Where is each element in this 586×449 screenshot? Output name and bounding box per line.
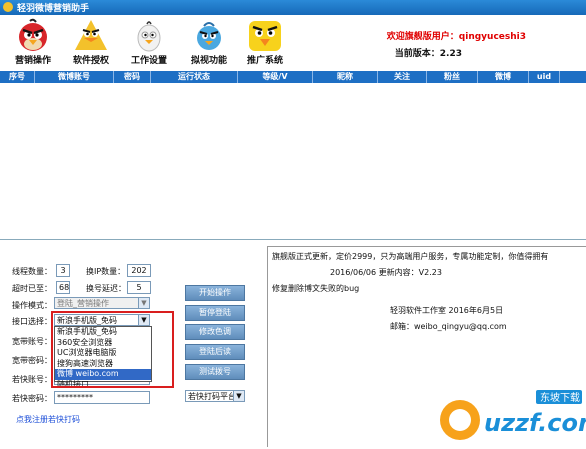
announcement-line: 2016/06/06 更新内容：V2.23	[330, 268, 442, 277]
white-angry-bird-icon	[137, 21, 161, 52]
uzzf-logo-icon: uzzf.com 东坡下载	[440, 390, 586, 440]
port-label: 接口选择：	[12, 317, 52, 326]
toolbar: 营销操作 软件授权 工作设置 拟视功能 推广系统 欢迎旗舰版用户：qingyuc…	[0, 15, 586, 71]
column-header[interactable]: 密码	[114, 71, 151, 83]
chevron-down-icon[interactable]: ▼	[233, 391, 244, 401]
account-grid[interactable]: 序号 微博账号 密码 运行状态 等级/V 昵称 关注 粉丝 微博 uid	[0, 71, 586, 240]
broadband-account-label: 宽带账号：	[12, 337, 52, 346]
svg-text:东坡下载: 东坡下载	[540, 391, 580, 404]
test-dial-button[interactable]: 测试拨号	[185, 364, 245, 380]
pause-login-button[interactable]: 暂停登陆	[185, 305, 245, 321]
toolbar-label: 营销操作	[14, 56, 51, 66]
title-bar: 轻羽微博营销助手	[0, 0, 586, 15]
captcha-platform-select[interactable]: 若快打码平台 ▼	[185, 390, 245, 402]
ip-count-label: 换IP数量：	[86, 267, 126, 276]
column-header[interactable]: 序号	[0, 71, 35, 83]
column-header[interactable]: 微博	[478, 71, 529, 83]
change-color-button[interactable]: 修改色调	[185, 324, 245, 340]
toolbar-label: 推广系统	[246, 56, 283, 66]
column-header[interactable]: 等级/V	[238, 71, 313, 83]
site-watermark: uzzf.com 东坡下载	[432, 386, 586, 446]
login-read-button[interactable]: 登陆后读	[185, 344, 245, 360]
switch-delay-input[interactable]: 5	[127, 281, 151, 294]
blue-angry-bird-icon	[197, 22, 221, 50]
toolbar-button-settings[interactable]: 工作设置	[120, 15, 178, 71]
switch-delay-label: 换号延迟：	[86, 284, 126, 293]
thread-count-input[interactable]: 3	[56, 264, 70, 277]
captcha-account-label: 若快账号：	[12, 375, 52, 384]
user-info: 欢迎旗舰版用户：qingyuceshi3	[386, 32, 526, 42]
chevron-down-icon[interactable]: ▼	[138, 298, 149, 308]
toolbar-button-license[interactable]: 软件授权	[62, 15, 120, 71]
app-icon	[3, 2, 13, 12]
version-info: 当前版本：2.23	[394, 49, 462, 59]
toolbar-button-simulate[interactable]: 拟视功能	[180, 15, 238, 71]
red-angry-bird-icon	[19, 18, 47, 51]
toolbar-label: 软件授权	[72, 56, 109, 66]
broadband-password-label: 宽带密码：	[12, 356, 52, 365]
toolbar-label: 拟视功能	[190, 56, 227, 66]
ip-count-input[interactable]: 202	[127, 264, 151, 277]
captcha-password-input[interactable]: *********	[54, 391, 150, 404]
toolbar-button-promotion[interactable]: 推广系统	[236, 15, 294, 71]
grid-header: 序号 微博账号 密码 运行状态 等级/V 昵称 关注 粉丝 微博 uid	[0, 71, 586, 83]
column-header[interactable]: uid	[529, 71, 560, 83]
yellow-angry-bird-icon	[75, 20, 107, 50]
column-header[interactable]: 运行状态	[151, 71, 238, 83]
toolbar-label: 工作设置	[130, 56, 167, 66]
column-header[interactable]: 粉丝	[427, 71, 478, 83]
toolbar-button-marketing[interactable]: 营销操作	[4, 15, 62, 71]
window-title: 轻羽微博营销助手	[17, 4, 90, 14]
column-header[interactable]: 微博账号	[35, 71, 114, 83]
start-button[interactable]: 开始操作	[185, 285, 245, 301]
announcement-line: 旗舰版正式更新，定价2999，只为高端用户服务，专属功能定制，你值得拥有	[272, 252, 549, 261]
thread-count-label: 线程数量：	[12, 267, 52, 276]
svg-text:uzzf.com: uzzf.com	[484, 409, 586, 437]
mode-label: 操作模式：	[12, 301, 52, 310]
yellow-bird-big-icon	[249, 21, 281, 51]
announcement-line: 修复删除博文失败的bug	[272, 284, 360, 293]
announcement-line: 邮箱：weibo_qingyu@qq.com	[390, 322, 507, 331]
announcement-line: 轻羽软件工作室 2016年6月5日	[390, 306, 504, 315]
timeout-input[interactable]: 68	[56, 281, 70, 294]
mode-select[interactable]: 登陆_营销操作 ▼	[54, 297, 150, 309]
captcha-password-label: 若快密码：	[12, 394, 52, 403]
register-link[interactable]: 点我注册若快打码	[16, 414, 80, 425]
captcha-platform-value: 若快打码平台	[188, 392, 236, 401]
column-header[interactable]: 关注	[378, 71, 427, 83]
timeout-label: 超时已至：	[12, 284, 52, 293]
column-header[interactable]: 昵称	[313, 71, 378, 83]
mode-select-value: 登陆_营销操作	[57, 299, 109, 308]
highlight-frame	[51, 311, 174, 388]
